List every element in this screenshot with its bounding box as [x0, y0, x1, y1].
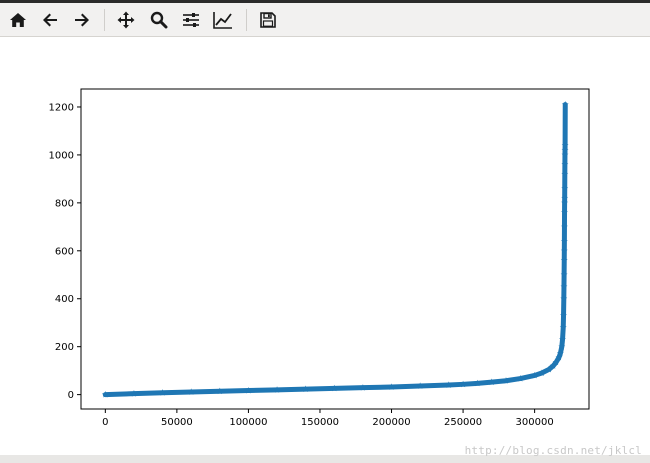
pan-icon — [117, 11, 135, 29]
data-points — [101, 100, 569, 398]
edit-axis-button[interactable] — [211, 8, 235, 32]
toolbar-separator — [104, 9, 105, 31]
back-button[interactable] — [38, 8, 62, 32]
configure-subplots-icon — [183, 13, 199, 27]
save-icon — [260, 12, 276, 28]
configure-subplots-button[interactable] — [179, 8, 203, 32]
x-tick-label: 200000 — [372, 417, 410, 428]
navigation-toolbar — [0, 3, 650, 37]
scatter-chart: 0 50000 100000 150000 200000 250000 300000 0 20… — [49, 88, 590, 428]
y-tick-label: 600 — [55, 246, 74, 257]
y-tick-label: 200 — [55, 342, 74, 353]
y-tick-label: 800 — [55, 198, 74, 209]
y-tick-label: 1000 — [49, 150, 74, 161]
x-axis: 0 50000 100000 150000 200000 250000 300000 — [102, 409, 554, 428]
home-icon — [10, 13, 26, 27]
matplotlib-window: 0 50000 100000 150000 200000 250000 300000 0 20… — [0, 0, 650, 463]
data-series-band — [102, 102, 568, 398]
figure-canvas[interactable]: 0 50000 100000 150000 200000 250000 300000 0 20… — [0, 37, 650, 455]
toolbar-separator — [246, 9, 247, 31]
back-arrow-icon — [43, 13, 57, 27]
y-tick-label: 0 — [68, 390, 74, 401]
x-tick-label: 50000 — [161, 417, 193, 428]
watermark: http://blog.csdn.net/jklcl — [464, 444, 642, 457]
forward-arrow-icon — [75, 13, 89, 27]
zoom-button[interactable] — [147, 8, 171, 32]
x-tick-label: 100000 — [229, 417, 267, 428]
edit-axis-icon — [213, 12, 232, 29]
x-tick-label: 250000 — [444, 417, 482, 428]
pan-button[interactable] — [114, 8, 138, 32]
x-tick-label: 150000 — [301, 417, 339, 428]
axes-frame — [80, 88, 590, 410]
save-button[interactable] — [256, 8, 280, 32]
y-tick-label: 400 — [55, 294, 74, 305]
y-axis: 0 200 400 600 800 1000 1200 — [49, 102, 81, 401]
y-tick-label: 1200 — [49, 102, 74, 113]
x-tick-label: 0 — [102, 417, 108, 428]
home-button[interactable] — [6, 8, 30, 32]
zoom-icon — [150, 11, 168, 29]
x-tick-label: 300000 — [516, 417, 554, 428]
forward-button[interactable] — [70, 8, 94, 32]
